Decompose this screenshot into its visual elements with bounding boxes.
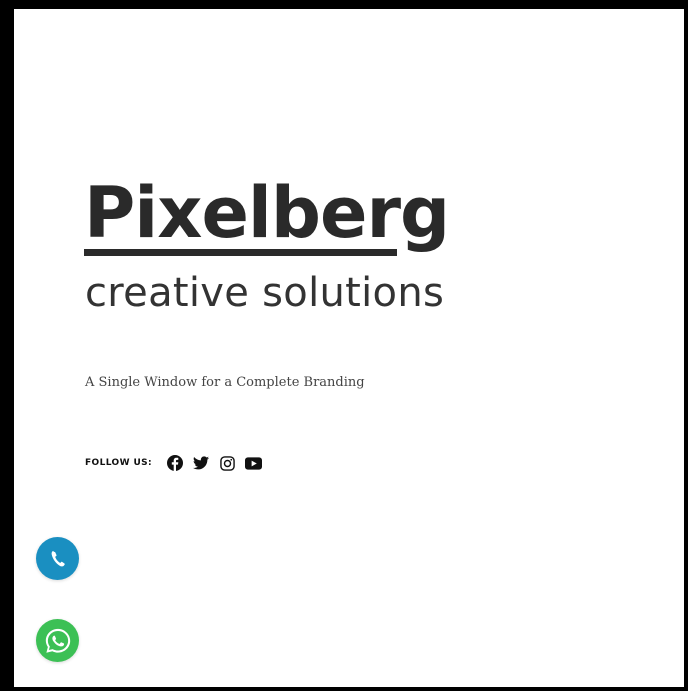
brand-tagline: creative solutions xyxy=(85,270,445,316)
whatsapp-icon xyxy=(45,628,70,653)
twitter-icon[interactable] xyxy=(192,454,210,472)
phone-icon xyxy=(51,550,65,566)
site-subtitle: A Single Window for a Complete Branding xyxy=(85,375,365,390)
brand-name: Pixelberg xyxy=(84,172,450,254)
brand-title: Pixelberg xyxy=(84,169,450,257)
instagram-icon[interactable] xyxy=(218,454,236,472)
page-frame: Pixelberg creative solutions A Single Wi… xyxy=(0,0,688,691)
brand-link[interactable]: Pixelberg xyxy=(84,169,450,257)
brand-underline xyxy=(84,249,397,256)
call-button[interactable] xyxy=(36,537,79,580)
follow-us-label: FOLLOW US: xyxy=(85,458,153,468)
youtube-icon[interactable] xyxy=(244,454,262,472)
facebook-icon[interactable] xyxy=(166,454,184,472)
whatsapp-button[interactable] xyxy=(36,619,79,662)
follow-us-bar: FOLLOW US: xyxy=(85,452,270,474)
